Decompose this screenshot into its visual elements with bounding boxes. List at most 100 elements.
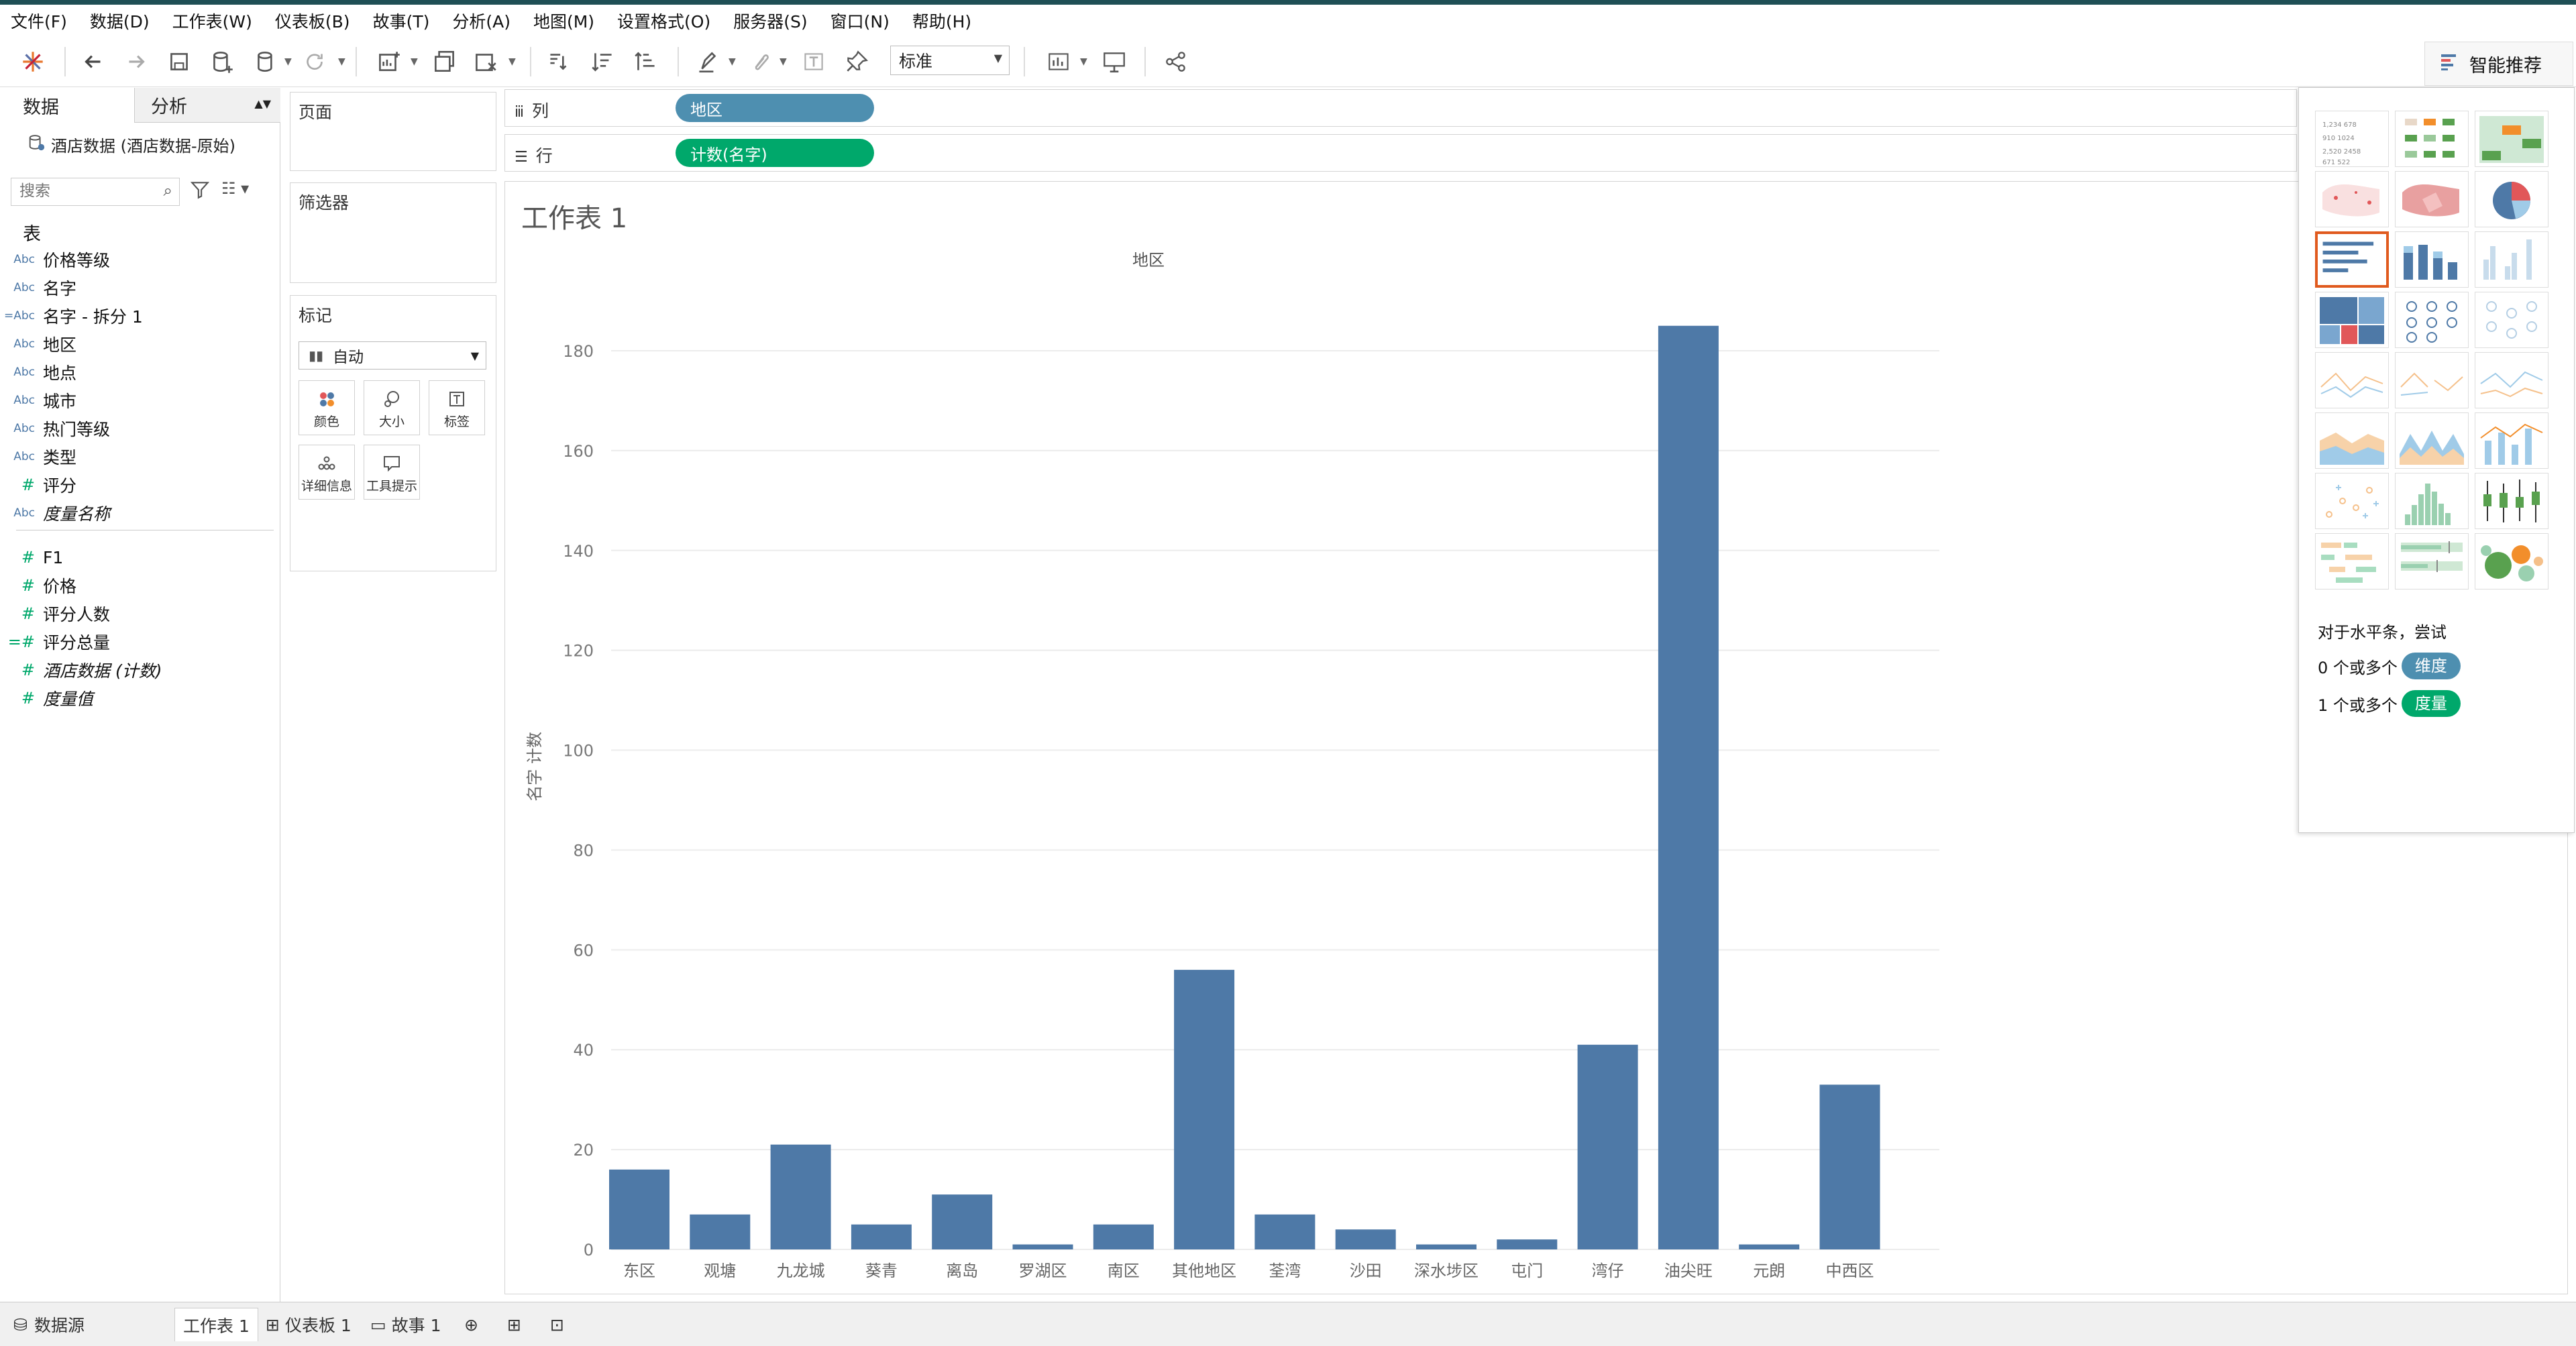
menu-analysis[interactable]: 分析(A) [452,9,511,33]
share-icon[interactable] [1161,47,1191,76]
field-item[interactable]: =Abc 名字 - 拆分 1 [0,302,143,329]
show-cards-dropdown-icon[interactable]: ▼ [1080,56,1087,67]
text-table-thumb[interactable]: 1,234 678 910 1024 2,520 2458 671 522 [2315,111,2389,167]
scatter-plot-thumb[interactable] [2315,473,2389,529]
rows-shelf[interactable]: ☰ 行 计数(名字) [504,134,2297,172]
tab-dashboard-1[interactable]: ⊞ 仪表板 1 [258,1308,360,1341]
horizontal-bar-thumb[interactable] [2315,231,2389,288]
tab-story-1[interactable]: ▭ 故事 1 [362,1308,449,1341]
menu-server[interactable]: 服务器(S) [733,9,807,33]
line-continuous-thumb[interactable] [2315,352,2389,408]
show-cards-icon[interactable] [1044,47,1075,76]
redo-icon[interactable] [121,47,152,76]
highlight-table-thumb[interactable] [2395,111,2469,167]
menu-window[interactable]: 窗口(N) [830,9,890,33]
stacked-bar-thumb[interactable] [2395,231,2469,288]
field-item[interactable]: # 酒店数据 (计数) [0,657,162,683]
save-icon[interactable] [164,47,195,76]
menu-data[interactable]: 数据(D) [90,9,150,33]
sort-descending-icon[interactable] [631,47,661,76]
side-by-side-circle-thumb[interactable] [2475,292,2548,348]
circle-view-thumb[interactable] [2395,292,2469,348]
new-datasource-icon[interactable] [207,47,237,76]
field-item[interactable]: # 价格 [0,572,76,599]
clear-sheet-icon[interactable] [470,47,500,76]
datasource-item[interactable]: 酒店数据 (酒店数据-原始) [27,131,235,158]
new-worksheet-tab-icon[interactable]: ⊕ [456,1308,486,1341]
field-item[interactable]: # 评分 [0,471,76,498]
field-item[interactable]: # 评分人数 [0,600,110,627]
pause-updates-icon[interactable] [251,47,282,76]
area-discrete-thumb[interactable] [2395,412,2469,469]
sort-ascending-icon[interactable] [588,47,619,76]
menu-story[interactable]: 故事(T) [373,9,430,33]
color-button[interactable]: 颜色 [299,380,355,435]
new-dashboard-tab-icon[interactable]: ⊞ [499,1308,529,1341]
field-item[interactable]: =# 评分总量 [0,628,110,655]
group-dropdown-icon[interactable]: ▼ [780,56,787,67]
tab-data[interactable]: 数据 [0,88,134,123]
highlight-icon[interactable] [692,47,723,76]
bullet-graph-thumb[interactable] [2395,533,2469,590]
packed-bubbles-thumb[interactable] [2475,533,2548,590]
area-continuous-thumb[interactable] [2315,412,2389,469]
detail-button[interactable]: 详细信息 [299,445,355,500]
search-input[interactable] [18,178,152,204]
dual-combination-thumb[interactable] [2475,412,2548,469]
box-whisker-thumb[interactable] [2475,473,2548,529]
menu-worksheet[interactable]: 工作表(W) [172,9,252,33]
menu-dashboard[interactable]: 仪表板(B) [275,9,350,33]
pie-chart-thumb[interactable] [2475,171,2548,227]
field-item[interactable]: Abc 类型 [0,443,76,470]
tooltip-button[interactable]: 工具提示 [364,445,420,500]
label-button[interactable]: 标签 [429,380,485,435]
refresh-icon[interactable] [299,47,330,76]
group-members-icon[interactable] [745,47,775,76]
view-list-icon[interactable]: ☷ ▾ [221,179,249,198]
field-item[interactable]: # F1 [0,544,63,571]
tab-analysis[interactable]: 分析 ▲▼ [134,88,280,123]
dual-line-thumb[interactable] [2475,352,2548,408]
treemap-thumb[interactable] [2315,292,2389,348]
histogram-thumb[interactable] [2395,473,2469,529]
new-worksheet-icon[interactable] [373,47,404,76]
side-by-side-bar-thumb[interactable] [2475,231,2548,288]
heat-table-thumb[interactable] [2475,111,2548,167]
size-button[interactable]: 大小 [364,380,420,435]
filter-icon[interactable] [189,179,211,205]
tab-datasource[interactable]: ⛁ 数据源 [5,1308,93,1341]
gantt-chart-thumb[interactable] [2315,533,2389,590]
fix-axes-pin-icon[interactable] [841,47,872,76]
presentation-mode-icon[interactable] [1099,47,1130,76]
symbol-map-thumb[interactable] [2315,171,2389,227]
pages-card[interactable]: 页面 [290,92,496,171]
field-item[interactable]: Abc 地区 [0,331,76,357]
new-story-tab-icon[interactable]: ⊡ [542,1308,572,1341]
field-item[interactable]: Abc 城市 [0,387,76,414]
rows-pill-count-name[interactable]: 计数(名字) [676,139,874,167]
field-item[interactable]: Abc 热门等级 [0,415,110,442]
menu-format[interactable]: 设置格式(O) [617,9,710,33]
undo-icon[interactable] [78,47,109,76]
columns-pill-region[interactable]: 地区 [676,94,874,122]
show-me-button[interactable]: 智能推荐 [2424,42,2573,86]
swap-rows-columns-icon[interactable] [543,47,574,76]
tableau-logo-icon[interactable] [17,47,48,76]
field-item[interactable]: Abc 地点 [0,359,76,386]
field-item[interactable]: Abc 度量名称 [0,500,110,526]
datasource-dropdown-icon[interactable]: ▼ [284,56,292,67]
new-worksheet-dropdown-icon[interactable]: ▼ [411,56,418,67]
menu-file[interactable]: 文件(F) [11,9,67,33]
menu-help[interactable]: 帮助(H) [912,9,971,33]
highlight-dropdown-icon[interactable]: ▼ [729,56,736,67]
clear-dropdown-icon[interactable]: ▼ [508,56,516,67]
field-item[interactable]: Abc 名字 [0,274,76,301]
columns-shelf[interactable]: ⅲ列 地区 [504,89,2297,127]
filters-card[interactable]: 筛选器 [290,182,496,283]
filled-map-thumb[interactable] [2395,171,2469,227]
fit-select[interactable]: 标准 ▼ [890,46,1010,75]
show-mark-labels-icon[interactable] [798,47,829,76]
tab-worksheet-1[interactable]: 工作表 1 [174,1308,258,1341]
duplicate-sheet-icon[interactable] [429,47,460,76]
field-item[interactable]: # 度量值 [0,685,93,712]
